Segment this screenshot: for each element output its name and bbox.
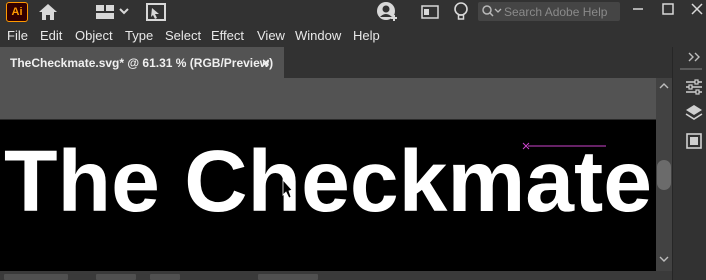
menu-bar: File Edit Object Type Select Effect View… <box>0 24 706 47</box>
panel-grip-icon[interactable] <box>680 68 702 70</box>
illustrator-logo: Ai <box>6 2 28 22</box>
lightbulb-icon[interactable] <box>452 1 470 23</box>
status-readout <box>258 274 318 280</box>
help-search-field[interactable]: Search Adobe Help <box>478 2 620 21</box>
rotation-field[interactable] <box>96 274 136 280</box>
menu-help[interactable]: Help <box>353 28 380 43</box>
libraries-icon[interactable] <box>684 131 704 151</box>
vertical-scroll-thumb[interactable] <box>657 160 671 190</box>
zoom-level-field[interactable] <box>4 274 68 280</box>
menu-select[interactable]: Select <box>165 28 201 43</box>
arrange-documents-icon[interactable] <box>145 2 167 22</box>
scroll-up-icon[interactable] <box>659 82 669 90</box>
menu-file[interactable]: File <box>7 28 28 43</box>
artboard-artwork[interactable]: The Checkmate <box>0 120 656 271</box>
document-tab[interactable]: TheCheckmate.svg* @ 61.31 % (RGB/Preview… <box>0 47 284 78</box>
menu-effect[interactable]: Effect <box>211 28 244 43</box>
artboard-navigator[interactable] <box>150 274 180 280</box>
minimize-window-icon[interactable] <box>625 0 651 18</box>
menu-edit[interactable]: Edit <box>40 28 62 43</box>
menu-type[interactable]: Type <box>125 28 153 43</box>
search-icon <box>482 5 502 17</box>
user-icon[interactable] <box>376 1 398 23</box>
scroll-down-icon[interactable] <box>659 255 669 263</box>
search-placeholder: Search Adobe Help <box>504 5 608 19</box>
document-tab-title: TheCheckmate.svg* @ 61.31 % (RGB/Preview… <box>10 56 274 70</box>
checkmate-headline-text[interactable]: The Checkmate <box>4 133 652 230</box>
workspace-switcher-icon[interactable] <box>94 3 130 21</box>
menu-view[interactable]: View <box>257 28 285 43</box>
collapse-panels-icon[interactable] <box>686 51 702 63</box>
menu-window[interactable]: Window <box>295 28 341 43</box>
menu-object[interactable]: Object <box>75 28 113 43</box>
home-icon[interactable] <box>36 1 60 23</box>
close-tab-button[interactable]: × <box>262 55 270 70</box>
panel-toggle-icon[interactable] <box>420 3 440 21</box>
properties-sliders-icon[interactable] <box>684 77 704 97</box>
layers-icon[interactable] <box>684 103 704 123</box>
maximize-window-icon[interactable] <box>655 0 681 18</box>
close-window-icon[interactable] <box>684 0 706 18</box>
